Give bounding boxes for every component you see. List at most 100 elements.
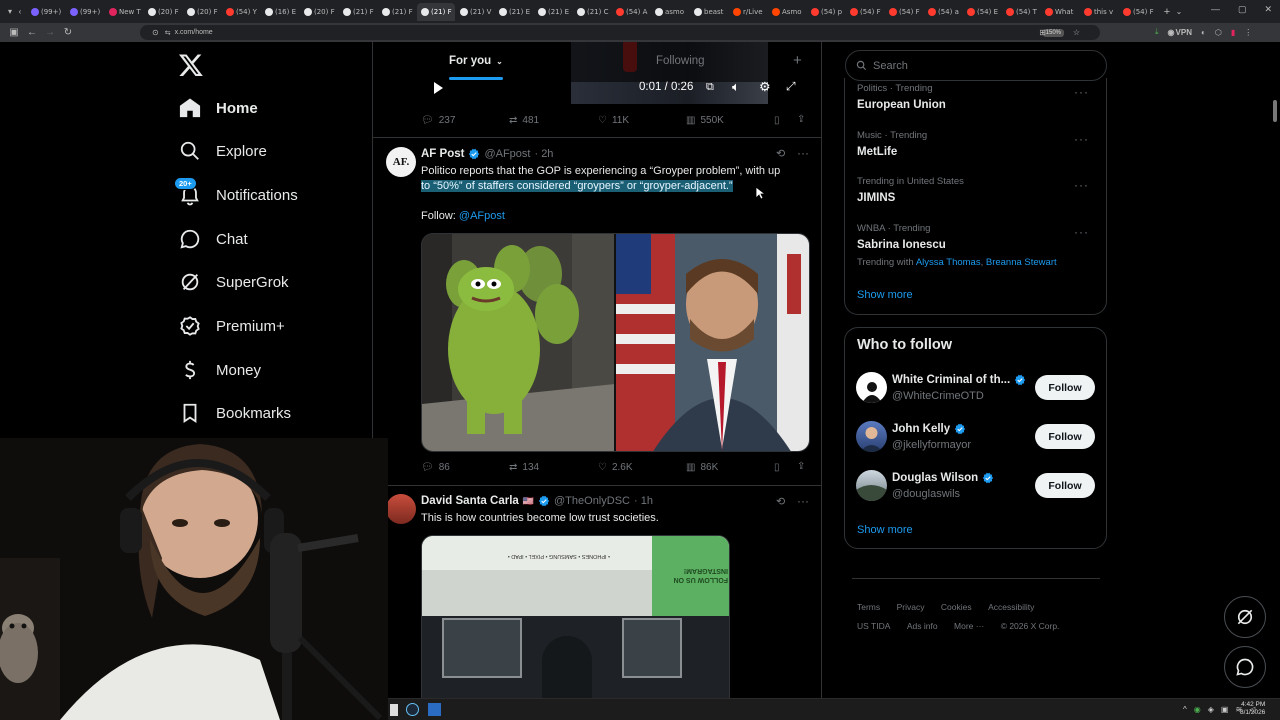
footer-link-privacy[interactable]: Privacy [897, 602, 925, 612]
page-scrollbar[interactable] [1273, 100, 1277, 122]
share-button[interactable]: ⇪ [797, 461, 805, 472]
messages-fab[interactable] [1224, 646, 1266, 688]
tweet-media[interactable] [421, 233, 810, 452]
tray-app-icon[interactable]: ◉ [1194, 705, 1201, 714]
forward-icon[interactable]: → [44, 27, 56, 39]
tweet-time[interactable]: · 1h [634, 495, 653, 507]
follow-mention-link[interactable]: @AFpost [459, 210, 505, 222]
reply-button[interactable]: 💬︎ 237 [421, 115, 455, 126]
nav-item-explore[interactable]: Explore [178, 132, 267, 170]
grok-explain-icon[interactable]: ⟲ [776, 495, 785, 508]
browser-tab[interactable]: (54) A [612, 3, 650, 21]
tweet-time[interactable]: · 2h [534, 148, 553, 160]
browser-tab[interactable]: Asmo [768, 3, 806, 21]
tabs-back-icon[interactable]: ‹ [14, 7, 26, 16]
menu-icon[interactable]: ⋮ [1244, 28, 1252, 37]
browser-tab[interactable]: r/Live [729, 3, 767, 21]
footer-link-cookies[interactable]: Cookies [941, 602, 972, 612]
minimize-icon[interactable]: — [1211, 4, 1220, 15]
browser-tab[interactable]: (54) p [807, 3, 845, 21]
back-icon[interactable]: ← [26, 27, 38, 39]
share-button[interactable]: ⇪ [797, 114, 805, 125]
bookmark-button[interactable]: ▯ [774, 462, 780, 473]
new-tab-icon[interactable]: + [1161, 6, 1173, 18]
trending-with-link[interactable]: Breanna Stewart [986, 257, 1057, 268]
translate-icon[interactable]: ⊞ [1039, 28, 1046, 37]
browser-tab[interactable]: (54) T [1002, 3, 1040, 21]
browser-tab[interactable]: (54) F [1119, 3, 1157, 21]
browser-tab[interactable]: (20) F [300, 3, 338, 21]
trend-more-icon[interactable]: ··· [1074, 225, 1089, 239]
browser-tab[interactable]: (16) E [261, 3, 299, 21]
more-options-icon[interactable]: ··· [797, 146, 809, 160]
browser-tab[interactable]: (21) E [534, 3, 572, 21]
repost-button[interactable]: ⇄ 481 [509, 115, 539, 126]
follow-suggestion-name[interactable]: Douglas Wilson [892, 472, 994, 484]
footer-link-accessibility[interactable]: Accessibility [988, 602, 1034, 612]
views-button[interactable]: ▥ 550K [686, 115, 724, 126]
browser-tab[interactable]: beast [690, 3, 728, 21]
footer-link-us-tida[interactable]: US TIDA [857, 621, 890, 631]
browser-tab[interactable]: (21) F [339, 3, 377, 21]
trend-item[interactable]: Music · Trending MetLife ··· [857, 130, 1097, 158]
show-more-link[interactable]: Show more [857, 289, 913, 301]
trend-item[interactable]: WNBA · Trending Sabrina Ionescu Trending… [857, 223, 1097, 268]
reply-button[interactable]: 💬︎ 86 [421, 462, 450, 473]
browser-tab[interactable]: (54) Y [222, 3, 260, 21]
reload-icon[interactable]: ↻ [62, 27, 74, 39]
footer-link-more[interactable]: More ··· [954, 621, 984, 631]
browser-tab[interactable]: What [1041, 3, 1079, 21]
follow-suggestion-name[interactable]: White Criminal of th... [892, 374, 1026, 386]
nav-item-supergrok[interactable]: SuperGrok [178, 263, 289, 301]
taskbar-app-icon[interactable] [428, 703, 441, 716]
avatar[interactable] [856, 421, 887, 452]
show-more-link[interactable]: Show more [857, 524, 913, 536]
avatar[interactable] [856, 470, 887, 501]
extension-icon[interactable]: ▮ [1231, 28, 1235, 37]
browser-tab[interactable]: New T [105, 3, 143, 21]
add-tab-icon[interactable]: + [793, 52, 802, 69]
url-field[interactable]: ⊙ ⇆ x.com/home 150% ☆ ⊞ [140, 25, 1100, 40]
like-button[interactable]: ♡ 11K [598, 115, 629, 126]
trend-more-icon[interactable]: ··· [1074, 132, 1089, 146]
browser-tab[interactable]: (54) E [963, 3, 1001, 21]
repost-button[interactable]: ⇄ 134 [509, 462, 539, 473]
play-icon[interactable] [431, 81, 445, 95]
browser-tab[interactable]: (99+) [66, 3, 104, 21]
star-icon[interactable]: ☆ [1073, 28, 1080, 37]
tab-list-icon[interactable]: ▾ [6, 3, 14, 21]
trend-more-icon[interactable]: ··· [1074, 178, 1089, 192]
tab-following[interactable]: Following [656, 55, 705, 67]
trend-item[interactable]: Politics · Trending European Union ··· [857, 83, 1097, 111]
captions-icon[interactable]: ⧉ [706, 81, 714, 94]
browser-tab[interactable]: (21) V [456, 3, 494, 21]
like-button[interactable]: ♡ 2.6K [598, 462, 633, 473]
browser-tab[interactable]: (99+) [27, 3, 65, 21]
x-logo-icon[interactable] [178, 52, 204, 78]
grok-fab[interactable] [1224, 596, 1266, 638]
browser-tab[interactable]: asmo [651, 3, 689, 21]
steam-icon[interactable] [406, 703, 419, 716]
maximize-icon[interactable]: ▢ [1238, 4, 1247, 15]
browser-tab[interactable]: (21) C [573, 3, 611, 21]
tab-for-you[interactable]: For you ⌄ [449, 55, 503, 67]
more-options-icon[interactable]: ··· [797, 494, 809, 508]
profile-icon[interactable]: ◐ [1201, 28, 1206, 37]
browser-tab[interactable]: (21) F [417, 2, 455, 21]
sidebar-toggle-icon[interactable]: ▣ [8, 27, 20, 39]
trend-more-icon[interactable]: ··· [1074, 85, 1089, 99]
close-window-icon[interactable]: ✕ [1264, 4, 1272, 15]
tray-app-icon[interactable]: ◈ [1208, 705, 1214, 714]
nav-item-home[interactable]: Home [178, 89, 258, 127]
browser-tab[interactable]: (54) F [885, 3, 923, 21]
search-input[interactable]: Search [845, 50, 1107, 81]
tweet-media[interactable]: • IPHONES • SAMSUNG • PIXEL • IPAD • FOL… [421, 535, 730, 698]
browser-tab[interactable]: this v [1080, 3, 1118, 21]
site-info-icon[interactable]: ⊙ [152, 28, 159, 37]
follow-button[interactable]: Follow [1035, 424, 1095, 449]
avatar[interactable]: AF. [386, 147, 416, 177]
tweet-author-handle[interactable]: @TheOnlyDSC [554, 495, 630, 507]
nav-item-chat[interactable]: Chat [178, 220, 248, 258]
download-icon[interactable]: ⤓ [1155, 27, 1159, 37]
nav-item-money[interactable]: Money [178, 351, 261, 389]
